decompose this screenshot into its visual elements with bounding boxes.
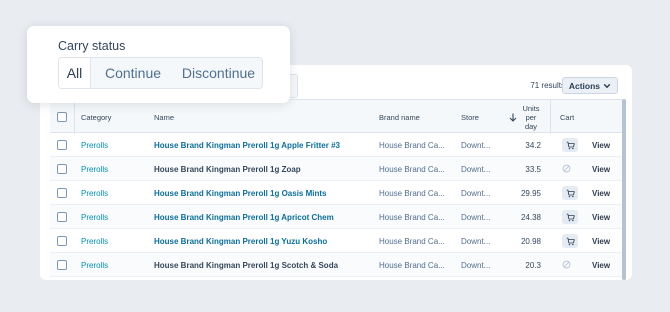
product-name-link[interactable]: House Brand Kingman Preroll 1g Scotch & … bbox=[154, 253, 338, 277]
actions-button[interactable]: Actions bbox=[561, 77, 618, 94]
category-link[interactable]: Prerolls bbox=[81, 253, 108, 277]
view-button[interactable]: View bbox=[592, 253, 610, 277]
row-checkbox-cell bbox=[57, 229, 67, 253]
units-per-day: 33.5 bbox=[525, 164, 541, 174]
row-checkbox-cell bbox=[57, 205, 67, 229]
shopping-cart-icon[interactable] bbox=[562, 138, 578, 152]
row-checkbox[interactable] bbox=[57, 140, 67, 150]
table-row: Prerolls House Brand Kingman Preroll 1g Z… bbox=[50, 157, 622, 181]
cart-cell bbox=[562, 205, 578, 229]
results-count: 71 results bbox=[530, 81, 565, 90]
row-checkbox[interactable] bbox=[57, 236, 67, 246]
category-link[interactable]: Prerolls bbox=[81, 181, 108, 205]
brand-name: House Brand Ca... bbox=[379, 260, 445, 270]
select-all-checkbox[interactable] bbox=[57, 112, 67, 122]
row-checkbox[interactable] bbox=[57, 164, 67, 174]
cart-cell bbox=[562, 253, 571, 277]
products-table: Category Name Brand name Store Units per… bbox=[50, 99, 622, 277]
brand-name: House Brand Ca... bbox=[379, 188, 445, 198]
column-header-units-per-day[interactable]: Units per day bbox=[518, 100, 544, 134]
store-name: Downt... bbox=[461, 188, 491, 198]
product-name-link[interactable]: House Brand Kingman Preroll 1g Zoap bbox=[154, 157, 301, 181]
prohibited-icon bbox=[562, 164, 571, 175]
sort-arrow-down-icon[interactable] bbox=[509, 100, 517, 134]
carry-status-segmented-control: All Continue Discontinue bbox=[58, 57, 263, 89]
units-header-line2: per bbox=[525, 112, 537, 122]
table-header: Category Name Brand name Store Units per… bbox=[50, 99, 622, 134]
units-per-day: 20.98 bbox=[520, 236, 541, 246]
row-checkbox-cell bbox=[57, 253, 67, 277]
units-per-day: 29.95 bbox=[520, 188, 541, 198]
cart-cell bbox=[562, 181, 578, 205]
select-all-checkbox-cell bbox=[57, 100, 67, 134]
row-checkbox[interactable] bbox=[57, 212, 67, 222]
product-name-link[interactable]: House Brand Kingman Preroll 1g Apple Fri… bbox=[154, 133, 340, 157]
carry-status-option-all[interactable]: All bbox=[59, 58, 91, 88]
carry-status-option-continue[interactable]: Continue bbox=[91, 58, 175, 88]
category-link[interactable]: Prerolls bbox=[81, 133, 108, 157]
table-row: Prerolls House Brand Kingman Preroll 1g Y… bbox=[50, 229, 622, 253]
store-name: Downt... bbox=[461, 164, 491, 174]
cart-cell bbox=[562, 229, 578, 253]
carry-status-title: Carry status bbox=[58, 39, 126, 53]
cart-cell bbox=[562, 157, 571, 181]
row-checkbox-cell bbox=[57, 133, 67, 157]
row-checkbox-cell bbox=[57, 181, 67, 205]
column-header-name[interactable]: Name bbox=[154, 100, 174, 134]
view-button[interactable]: View bbox=[592, 229, 610, 253]
brand-name: House Brand Ca... bbox=[379, 164, 445, 174]
row-checkbox[interactable] bbox=[57, 260, 67, 270]
units-per-day: 34.2 bbox=[525, 140, 541, 150]
row-checkbox[interactable] bbox=[57, 188, 67, 198]
units-header-line3: day bbox=[524, 121, 538, 131]
cart-cell bbox=[562, 133, 578, 157]
table-row: Prerolls House Brand Kingman Preroll 1g O… bbox=[50, 181, 622, 205]
store-name: Downt... bbox=[461, 140, 491, 150]
table-row: Prerolls House Brand Kingman Preroll 1g A… bbox=[50, 205, 622, 229]
carry-status-option-discontinue[interactable]: Discontinue bbox=[175, 58, 262, 88]
shopping-cart-icon[interactable] bbox=[562, 186, 578, 200]
vertical-scrollbar[interactable] bbox=[622, 99, 626, 280]
units-header-line1: Units bbox=[522, 103, 540, 113]
product-name-link[interactable]: House Brand Kingman Preroll 1g Oasis Min… bbox=[154, 181, 326, 205]
category-link[interactable]: Prerolls bbox=[81, 205, 108, 229]
table-row: Prerolls House Brand Kingman Preroll 1g A… bbox=[50, 133, 622, 157]
brand-name: House Brand Ca... bbox=[379, 212, 445, 222]
actions-button-label: Actions bbox=[568, 80, 600, 91]
column-header-cart[interactable]: Cart bbox=[560, 100, 574, 134]
column-divider bbox=[550, 100, 551, 134]
chevron-down-icon bbox=[603, 83, 611, 88]
carry-status-filter-popover: Carry status All Continue Discontinue bbox=[27, 26, 290, 103]
store-name: Downt... bbox=[461, 212, 491, 222]
view-button[interactable]: View bbox=[592, 205, 610, 229]
view-button[interactable]: View bbox=[592, 157, 610, 181]
store-name: Downt... bbox=[461, 260, 491, 270]
shopping-cart-icon[interactable] bbox=[562, 234, 578, 248]
brand-name: House Brand Ca... bbox=[379, 140, 445, 150]
view-button[interactable]: View bbox=[592, 133, 610, 157]
units-per-day: 24.38 bbox=[520, 212, 541, 222]
column-divider bbox=[74, 100, 75, 134]
product-name-link[interactable]: House Brand Kingman Preroll 1g Apricot C… bbox=[154, 205, 334, 229]
brand-name: House Brand Ca... bbox=[379, 236, 445, 246]
product-name-link[interactable]: House Brand Kingman Preroll 1g Yuzu Kosh… bbox=[154, 229, 327, 253]
units-per-day: 20.3 bbox=[525, 260, 541, 270]
table-row: Prerolls House Brand Kingman Preroll 1g S… bbox=[50, 253, 622, 277]
column-header-category[interactable]: Category bbox=[81, 100, 111, 134]
category-link[interactable]: Prerolls bbox=[81, 229, 108, 253]
row-checkbox-cell bbox=[57, 157, 67, 181]
column-header-store[interactable]: Store bbox=[461, 100, 479, 134]
prohibited-icon bbox=[562, 260, 571, 271]
category-link[interactable]: Prerolls bbox=[81, 157, 108, 181]
table-body: Prerolls House Brand Kingman Preroll 1g A… bbox=[50, 133, 622, 277]
store-name: Downt... bbox=[461, 236, 491, 246]
column-header-brand[interactable]: Brand name bbox=[379, 100, 420, 134]
shopping-cart-icon[interactable] bbox=[562, 210, 578, 224]
view-button[interactable]: View bbox=[592, 181, 610, 205]
